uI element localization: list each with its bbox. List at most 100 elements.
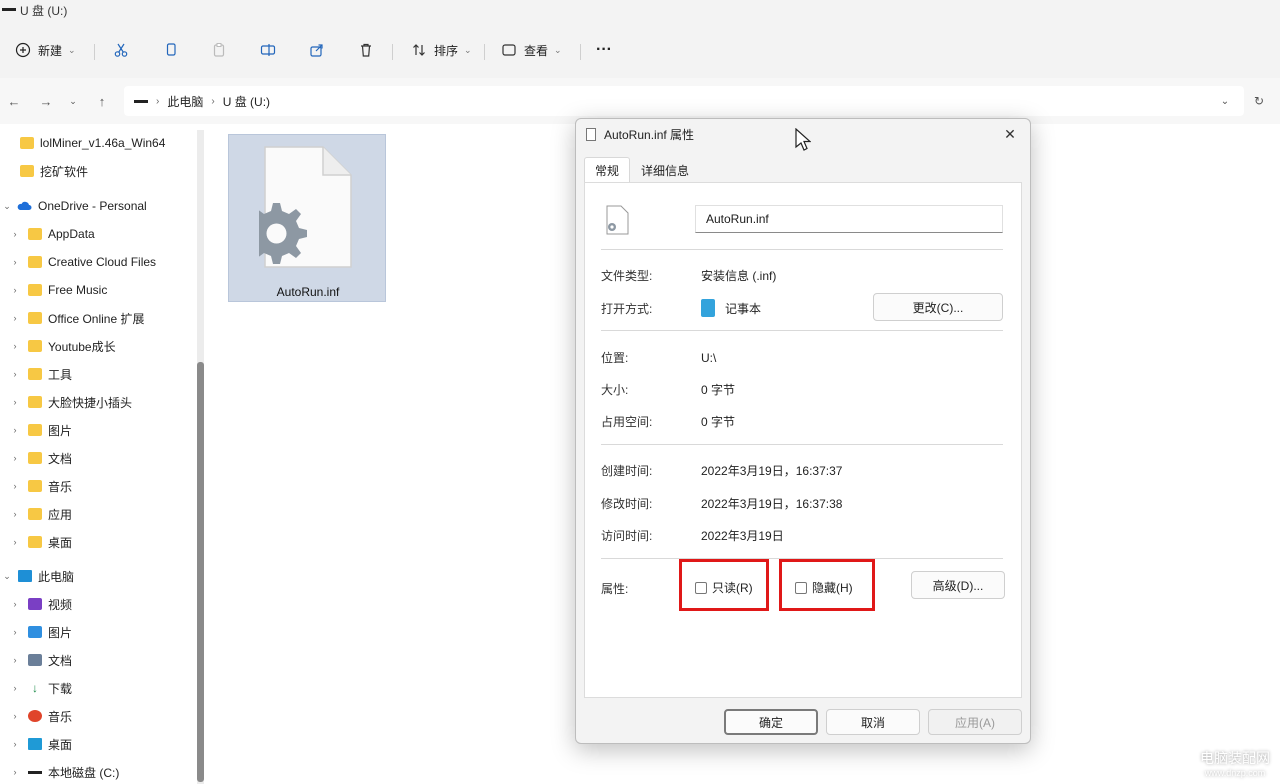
- delete-button[interactable]: [357, 38, 375, 62]
- sidebar-item-downloads[interactable]: › ↓ 下载: [0, 677, 196, 699]
- breadcrumb-u-drive[interactable]: U 盘 (U:): [223, 93, 270, 110]
- expand-chevron-icon[interactable]: ›: [10, 509, 20, 519]
- new-button[interactable]: 新建 ⌄: [14, 38, 76, 62]
- ok-button[interactable]: 确定: [724, 709, 818, 735]
- sidebar-item-label: 图片: [48, 625, 73, 640]
- sidebar-item-lolminer[interactable]: lolMiner_v1.46a_Win64: [0, 132, 196, 154]
- expand-chevron-icon[interactable]: ›: [10, 257, 20, 267]
- window-title: U 盘 (U:): [20, 4, 68, 18]
- sidebar-item-desktop[interactable]: › 桌面: [0, 733, 196, 755]
- sidebar-item-pictures[interactable]: › 图片: [0, 621, 196, 643]
- expand-chevron-icon[interactable]: ›: [10, 683, 20, 693]
- recent-chevron-icon[interactable]: ⌄: [64, 92, 82, 110]
- expand-chevron-icon[interactable]: ›: [10, 285, 20, 295]
- sidebar-item-desktop-od[interactable]: › 桌面: [0, 531, 196, 553]
- forward-arrow-icon[interactable]: →: [37, 92, 55, 110]
- sidebar-item-music[interactable]: › 音乐: [0, 705, 196, 727]
- checkbox-box[interactable]: [795, 581, 807, 594]
- sidebar-item-creative-cloud[interactable]: › Creative Cloud Files: [0, 251, 196, 273]
- cut-button[interactable]: [112, 38, 130, 62]
- expand-chevron-icon[interactable]: ›: [10, 767, 20, 777]
- hidden-checkbox[interactable]: 隐藏(H): [795, 579, 853, 596]
- size-row: 大小: 0 字节: [601, 381, 735, 398]
- sidebar-item-label: AppData: [48, 227, 95, 241]
- expand-chevron-icon[interactable]: ›: [10, 369, 20, 379]
- rename-button[interactable]: [259, 38, 277, 62]
- checkbox-box[interactable]: [695, 581, 707, 594]
- filename-field[interactable]: AutoRun.inf: [695, 205, 1003, 233]
- expand-chevron-icon[interactable]: ›: [10, 313, 20, 323]
- expand-chevron-icon[interactable]: ›: [10, 537, 20, 547]
- view-button[interactable]: 查看 ⌄: [500, 38, 562, 62]
- sidebar-item-documents[interactable]: › 文档: [0, 649, 196, 671]
- address-bar[interactable]: › 此电脑 › U 盘 (U:): [124, 86, 1244, 116]
- copy-button[interactable]: [162, 38, 180, 62]
- sidebar-item-office-online[interactable]: › Office Online 扩展: [0, 307, 196, 329]
- created-value: 2022年3月19日，16:37:37: [701, 464, 843, 478]
- expand-chevron-icon[interactable]: ›: [10, 627, 20, 637]
- sidebar-item-appdata[interactable]: › AppData: [0, 223, 196, 245]
- expand-chevron-icon[interactable]: ›: [10, 599, 20, 609]
- general-panel: AutoRun.inf 文件类型: 安装信息 (.inf) 打开方式: 记事本 …: [584, 182, 1022, 698]
- divider: [601, 330, 1003, 331]
- share-icon: [308, 41, 326, 59]
- expand-chevron-icon[interactable]: ⌄: [2, 201, 12, 212]
- disk-size-row: 占用空间: 0 字节: [601, 413, 735, 430]
- back-arrow-icon[interactable]: ←: [5, 92, 23, 110]
- sidebar-item-label: 桌面: [48, 535, 73, 550]
- cancel-button[interactable]: 取消: [826, 709, 920, 735]
- sort-button[interactable]: 排序 ⌄: [410, 38, 472, 62]
- expand-chevron-icon[interactable]: ›: [10, 655, 20, 665]
- sidebar-item-this-pc[interactable]: ⌄ 此电脑: [0, 565, 196, 587]
- sidebar-item-videos[interactable]: › 视频: [0, 593, 196, 615]
- breadcrumb-this-pc[interactable]: 此电脑: [167, 93, 203, 110]
- change-button[interactable]: 更改(C)...: [873, 293, 1003, 321]
- location-value: U:\: [701, 350, 717, 365]
- sidebar-item-tools[interactable]: › 工具: [0, 363, 196, 385]
- accessed-label: 访问时间:: [601, 529, 653, 543]
- apply-button[interactable]: 应用(A): [928, 709, 1022, 735]
- advanced-button[interactable]: 高级(D)...: [911, 571, 1005, 599]
- expand-chevron-icon[interactable]: ›: [10, 341, 20, 351]
- up-arrow-icon[interactable]: ↑: [93, 92, 111, 110]
- close-icon[interactable]: ✕: [998, 123, 1022, 145]
- view-icon: [500, 41, 518, 59]
- expand-chevron-icon[interactable]: ›: [10, 453, 20, 463]
- refresh-icon[interactable]: ↻: [1250, 92, 1268, 110]
- sidebar-item-label: Youtube成长: [48, 339, 116, 354]
- sidebar-item-youtube[interactable]: › Youtube成长: [0, 335, 196, 357]
- sidebar-item-apps-od[interactable]: › 应用: [0, 503, 196, 525]
- readonly-checkbox[interactable]: 只读(R): [695, 579, 753, 596]
- sidebar-item-local-disk-c[interactable]: › 本地磁盘 (C:): [0, 761, 196, 783]
- paste-button[interactable]: [210, 38, 228, 62]
- tab-general[interactable]: 常规: [584, 157, 631, 183]
- tab-details[interactable]: 详细信息: [630, 157, 700, 183]
- folder-icon: [28, 228, 42, 240]
- scrollbar-thumb[interactable]: [197, 362, 204, 782]
- expand-chevron-icon[interactable]: ⌄: [2, 571, 12, 582]
- accessed-row: 访问时间: 2022年3月19日: [601, 527, 784, 544]
- sidebar-item-music-od[interactable]: › 音乐: [0, 475, 196, 497]
- sidebar-item-pictures-od[interactable]: › 图片: [0, 419, 196, 441]
- expand-chevron-icon[interactable]: ›: [10, 481, 20, 491]
- sidebar-item-shortcuts[interactable]: › 大脸快捷小插头: [0, 391, 196, 413]
- expand-chevron-icon[interactable]: ›: [10, 229, 20, 239]
- expand-chevron-icon[interactable]: ›: [10, 425, 20, 435]
- address-dropdown-icon[interactable]: ⌄: [1216, 92, 1234, 110]
- divider: [601, 249, 1003, 250]
- folder-icon: [28, 368, 42, 380]
- sidebar-item-onedrive[interactable]: ⌄ OneDrive - Personal: [0, 195, 196, 217]
- expand-chevron-icon[interactable]: ›: [10, 711, 20, 721]
- sidebar-item-documents-od[interactable]: › 文档: [0, 447, 196, 469]
- modified-row: 修改时间: 2022年3月19日，16:37:38: [601, 495, 842, 512]
- sidebar-item-free-music[interactable]: › Free Music: [0, 279, 196, 301]
- more-button[interactable]: ···: [596, 38, 612, 62]
- expand-chevron-icon[interactable]: ›: [10, 397, 20, 407]
- paste-icon: [210, 41, 228, 59]
- cloud-icon: [16, 200, 32, 212]
- file-item-autorun[interactable]: AutoRun.inf: [228, 134, 386, 302]
- expand-chevron-icon[interactable]: ›: [10, 739, 20, 749]
- sidebar-scrollbar[interactable]: [197, 130, 204, 784]
- share-button[interactable]: [308, 38, 326, 62]
- sidebar-item-mining-software[interactable]: 挖矿软件: [0, 160, 196, 182]
